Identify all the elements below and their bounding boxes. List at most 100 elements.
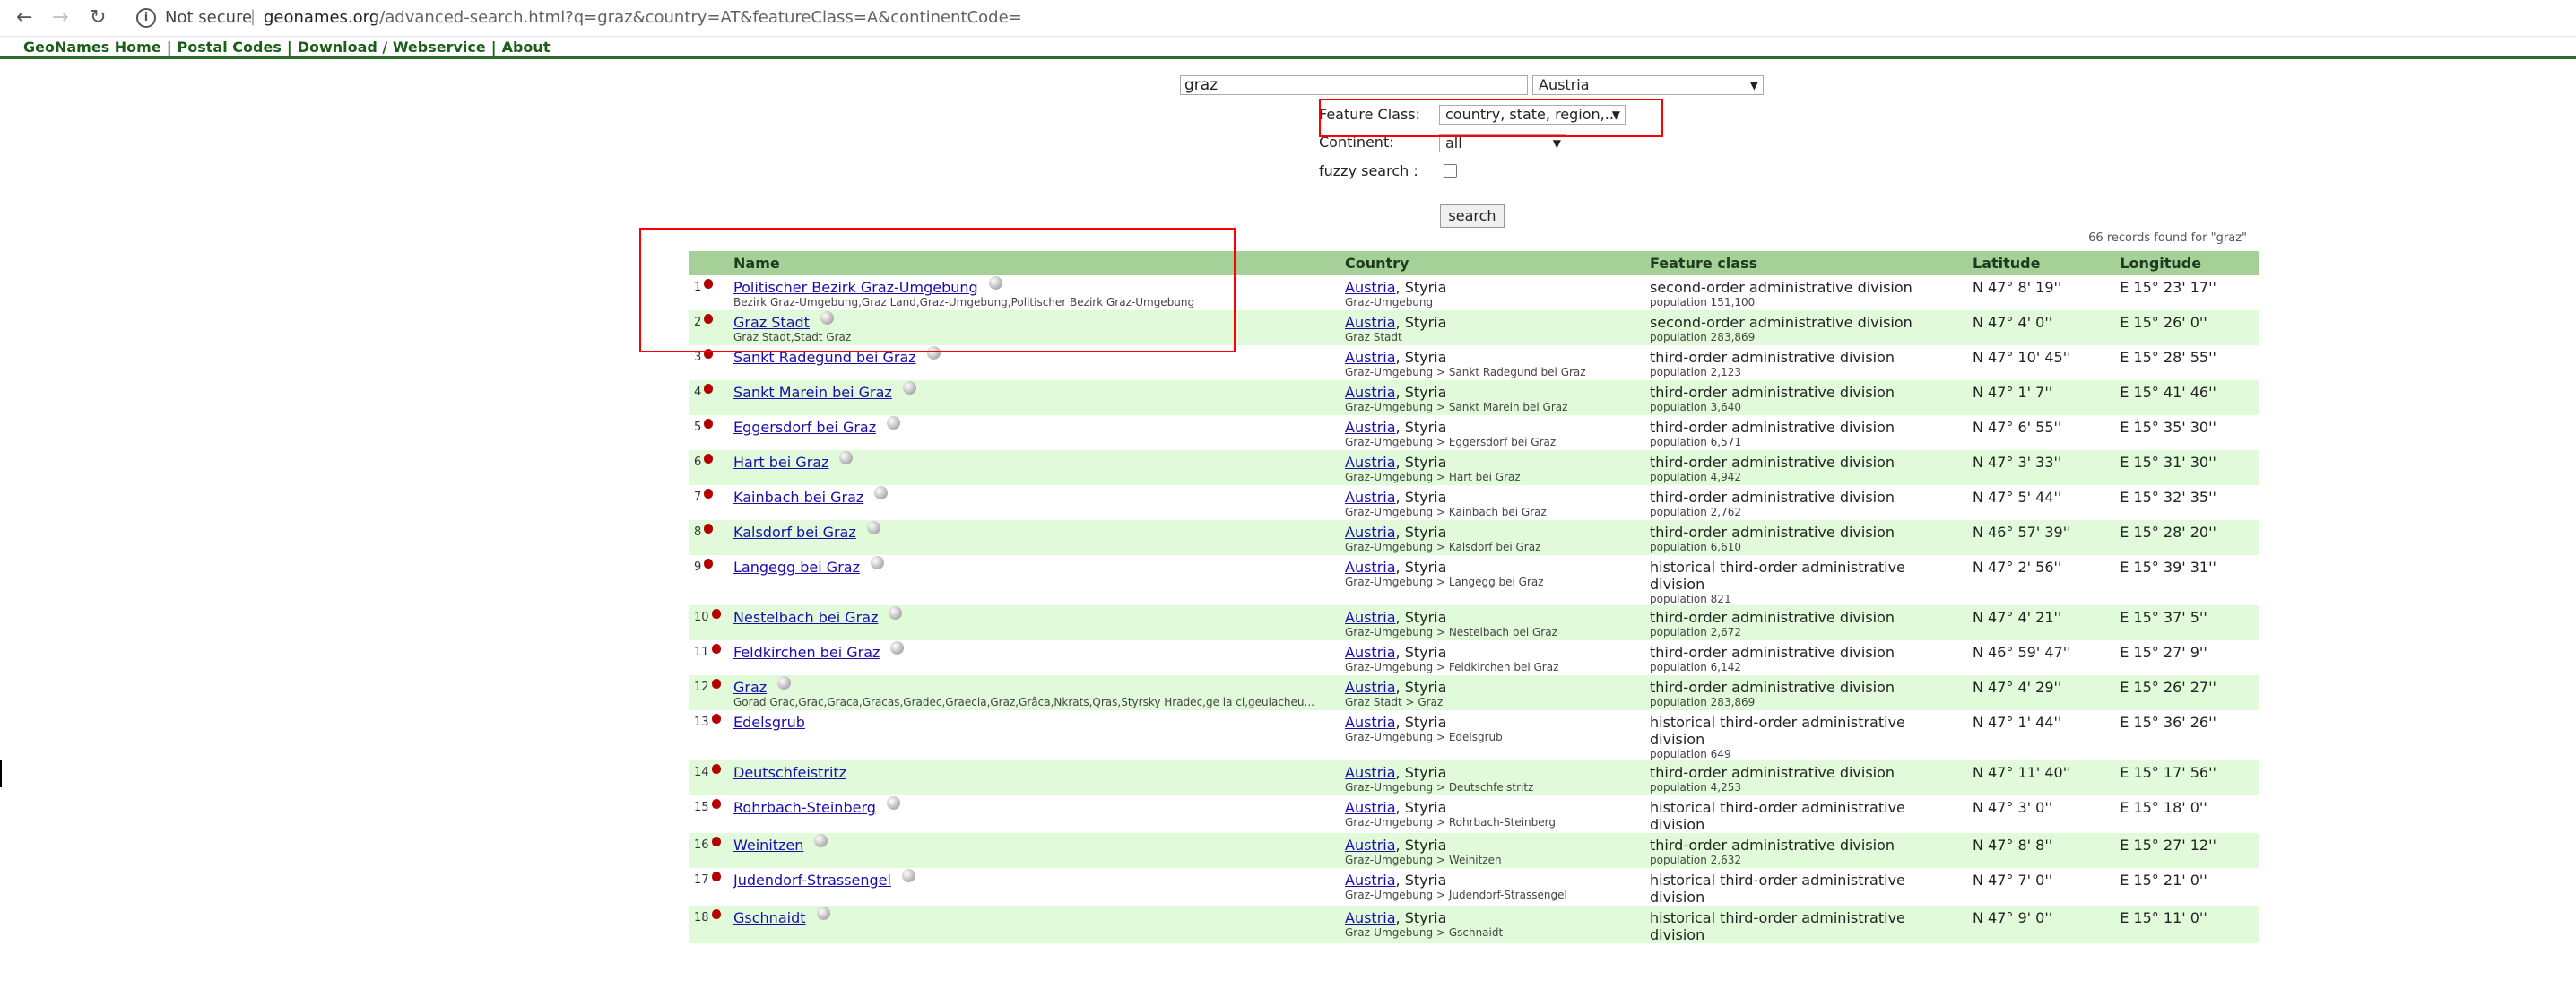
site-nav-links: GeoNames Home | Postal Codes | Download / We… [23, 39, 550, 56]
map-marker-icon[interactable] [711, 837, 721, 846]
latitude-cell: N 46° 57' 39'' [1967, 520, 2115, 555]
admin-path: Graz-Umgebung [1345, 296, 1434, 308]
place-name-link[interactable]: Nestelbach bei Graz [733, 609, 878, 626]
latitude-cell: N 47° 4' 21'' [1967, 605, 2115, 640]
feature-class-text: historical third-order administrative di… [1650, 559, 1905, 593]
map-marker-icon[interactable] [711, 679, 721, 689]
population: population 283,869 [1650, 696, 1756, 708]
place-name-link[interactable]: Feldkirchen bei Graz [733, 644, 880, 661]
map-marker-icon[interactable] [711, 799, 721, 809]
country-link[interactable]: Austria [1345, 872, 1396, 889]
population: population 649 [1650, 748, 1731, 760]
nav-link-home[interactable]: GeoNames Home [23, 39, 161, 56]
map-marker-icon[interactable] [704, 524, 714, 534]
country-link[interactable]: Austria [1345, 609, 1396, 626]
place-name-link[interactable]: Kainbach bei Graz [733, 489, 863, 506]
map-marker-icon[interactable] [704, 559, 714, 569]
country-link[interactable]: Austria [1345, 799, 1396, 816]
country-link[interactable]: Austria [1345, 679, 1396, 696]
map-marker-icon[interactable] [704, 384, 714, 394]
globe-icon[interactable] [886, 796, 900, 810]
globe-icon[interactable] [777, 676, 792, 690]
country-link[interactable]: Austria [1345, 837, 1396, 854]
search-button[interactable]: search [1440, 204, 1505, 228]
map-marker-icon[interactable] [711, 609, 721, 619]
search-query-input[interactable]: graz [1180, 75, 1528, 95]
fuzzy-search-checkbox[interactable] [1444, 164, 1457, 178]
map-marker-icon[interactable] [711, 764, 721, 774]
place-name-link[interactable]: Judendorf-Strassengel [733, 872, 891, 889]
globe-icon[interactable] [887, 416, 901, 430]
globe-icon[interactable] [870, 556, 884, 569]
country-select-value: Austria [1539, 76, 1590, 93]
globe-icon[interactable] [890, 641, 905, 655]
globe-icon[interactable] [901, 869, 915, 882]
place-name-link[interactable]: Eggersdorf bei Graz [733, 419, 876, 436]
region-name: , Styria [1395, 609, 1447, 626]
country-select[interactable]: Austria ▼ [1532, 75, 1764, 95]
population: population 2,762 [1650, 506, 1742, 518]
country-link[interactable]: Austria [1345, 384, 1396, 401]
globe-icon[interactable] [814, 834, 828, 847]
nav-link-postal-codes[interactable]: Postal Codes [178, 39, 282, 56]
place-name-link[interactable]: Kalsdorf bei Graz [733, 524, 856, 541]
place-name-link[interactable]: Edelsgrub [733, 714, 805, 731]
country-link[interactable]: Austria [1345, 419, 1396, 436]
country-link[interactable]: Austria [1345, 909, 1396, 926]
feature-class-cell: third-order administrative division popul… [1644, 640, 1967, 675]
map-marker-icon[interactable] [704, 419, 714, 429]
place-name-link[interactable]: Gschnaidt [733, 909, 806, 926]
latitude-cell: N 47° 5' 44'' [1973, 489, 2062, 506]
country-link[interactable]: Austria [1345, 314, 1396, 331]
map-marker-icon[interactable] [711, 644, 721, 654]
nav-link-download[interactable]: Download / Webservice [298, 39, 486, 56]
security-status[interactable]: Not secure [165, 8, 252, 27]
info-icon[interactable]: i [136, 8, 156, 28]
country-link[interactable]: Austria [1345, 714, 1396, 731]
country-link[interactable]: Austria [1345, 559, 1396, 576]
globe-icon[interactable] [902, 381, 916, 395]
globe-icon[interactable] [816, 907, 830, 920]
address-bar-url[interactable]: geonames.org/advanced-search.html?q=graz… [264, 8, 1022, 27]
globe-icon[interactable] [866, 521, 880, 534]
population: population 3,640 [1650, 401, 1742, 413]
nav-link-about[interactable]: About [502, 39, 551, 56]
name-cell: Eggersdorf bei Graz [728, 415, 1340, 450]
map-marker-icon[interactable] [711, 872, 721, 881]
place-name-link[interactable]: Deutschfeistritz [733, 764, 846, 781]
country-link[interactable]: Austria [1345, 489, 1396, 506]
place-name-link[interactable]: Rohrbach-Steinberg [733, 799, 876, 816]
place-name-link[interactable]: Weinitzen [733, 837, 803, 854]
country-link[interactable]: Austria [1345, 764, 1396, 781]
country-link[interactable]: Austria [1345, 349, 1396, 366]
globe-icon[interactable] [889, 606, 903, 620]
place-name-link[interactable]: Sankt Marein bei Graz [733, 384, 892, 401]
place-name-link[interactable]: Hart bei Graz [733, 454, 828, 471]
feature-class-text: third-order administrative division [1650, 419, 1895, 436]
admin-path: Graz-Umgebung > Eggersdorf bei Graz [1345, 436, 1557, 448]
row-number: 5 [694, 421, 702, 434]
name-cell: Sankt Marein bei Graz [728, 380, 1340, 415]
country-link[interactable]: Austria [1345, 279, 1396, 296]
row-number: 4 [694, 386, 702, 399]
feature-class-text: historical third-order administrative di… [1650, 714, 1905, 748]
map-marker-icon[interactable] [704, 489, 714, 499]
place-name-link[interactable]: Graz [733, 679, 767, 696]
back-arrow-icon[interactable]: ← [16, 6, 32, 29]
map-marker-icon[interactable] [704, 454, 714, 464]
forward-arrow-icon[interactable]: → [52, 6, 68, 29]
feature-class-cell: third-order administrative division popul… [1644, 450, 1967, 485]
reload-icon[interactable]: ↻ [90, 6, 106, 29]
country-link[interactable]: Austria [1345, 524, 1396, 541]
longitude-cell: E 15° 17' 56'' [2114, 760, 2259, 795]
country-cell: Austria, Styria Graz-Umgebung > Nestelbac… [1340, 605, 1644, 640]
globe-icon[interactable] [874, 486, 889, 499]
country-cell: Austria, Styria Graz-Umgebung > Sankt Mar… [1340, 380, 1644, 415]
map-marker-icon[interactable] [711, 909, 721, 919]
country-link[interactable]: Austria [1345, 454, 1396, 471]
map-marker-icon[interactable] [711, 714, 721, 724]
country-link[interactable]: Austria [1345, 644, 1396, 661]
place-name-link[interactable]: Langegg bei Graz [733, 559, 860, 576]
globe-icon[interactable] [839, 451, 854, 464]
longitude-cell: E 15° 39' 31'' [2120, 559, 2216, 576]
